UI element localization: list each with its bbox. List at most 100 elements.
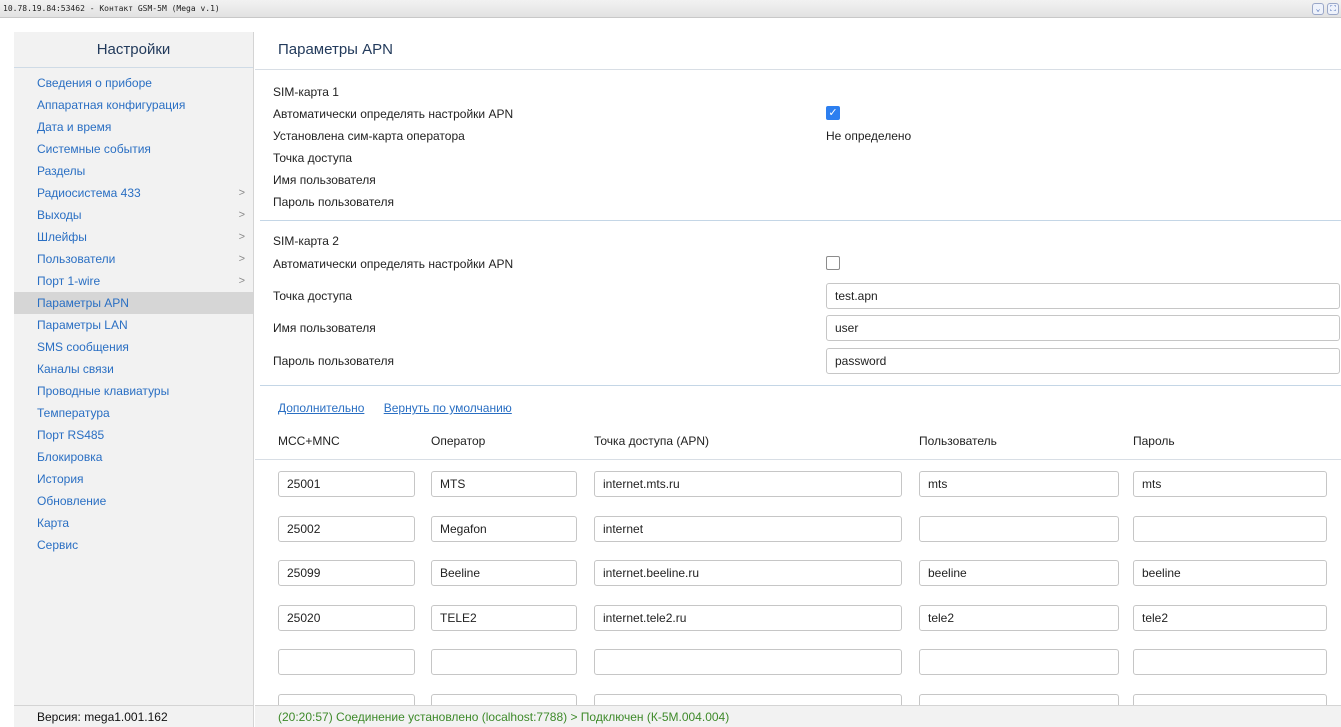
sidebar-item[interactable]: Сведения о приборе: [14, 72, 253, 94]
apn-input[interactable]: [594, 515, 902, 542]
col-password: Пароль: [1133, 434, 1175, 448]
user-input[interactable]: [919, 649, 1119, 675]
operator-input[interactable]: [431, 471, 577, 497]
version-label: Версия: mega1.001.162: [14, 705, 253, 727]
sidebar-item-label: Выходы: [37, 208, 82, 222]
operator-input[interactable]: [431, 649, 577, 675]
sidebar-item-label: Порт 1-wire: [37, 274, 101, 288]
password-input[interactable]: [1133, 604, 1327, 631]
operator-input[interactable]: [431, 560, 577, 586]
mcc-mnc-input[interactable]: [278, 649, 415, 675]
sim1-password-row: Пароль пользователя: [273, 191, 1333, 213]
section-divider: [260, 220, 1341, 221]
sidebar-item[interactable]: SMS сообщения: [14, 336, 253, 358]
password-input[interactable]: [1133, 693, 1327, 705]
user-input[interactable]: [919, 515, 1119, 542]
sidebar-item[interactable]: Параметры APN: [14, 292, 253, 314]
sim1-operator-label: Установлена сим-карта оператора: [273, 129, 465, 143]
sidebar-item[interactable]: Радиосистема 433 >: [14, 182, 253, 204]
sidebar-item[interactable]: Дата и время: [14, 116, 253, 138]
sidebar-item-label: Разделы: [37, 164, 86, 178]
password-input[interactable]: [1133, 471, 1327, 497]
advanced-link[interactable]: Дополнительно: [278, 401, 364, 415]
apn-input[interactable]: [594, 649, 902, 675]
password-input[interactable]: [1133, 649, 1327, 675]
user-input[interactable]: [919, 560, 1119, 586]
sidebar-item[interactable]: Системные события: [14, 138, 253, 160]
sidebar-item[interactable]: Пользователи >: [14, 248, 253, 270]
sidebar-item[interactable]: Порт 1-wire >: [14, 270, 253, 292]
sidebar-item-label: Сведения о приборе: [37, 76, 152, 90]
sidebar-item-label: Аппаратная конфигурация: [37, 98, 186, 112]
sidebar-item-label: Параметры LAN: [37, 318, 128, 332]
operator-input[interactable]: [431, 693, 577, 705]
sidebar-item[interactable]: Параметры LAN: [14, 314, 253, 336]
section-divider: [260, 385, 1341, 386]
sidebar-menu: Сведения о приборе Аппаратная конфигураци…: [14, 68, 253, 556]
user-input[interactable]: [919, 471, 1119, 497]
minimize-icon[interactable]: ⌄: [1312, 3, 1324, 15]
sidebar-item[interactable]: Проводные клавиатуры: [14, 380, 253, 402]
sim2-auto-row: Автоматически определять настройки APN: [273, 253, 1333, 275]
sim2-auto-checkbox[interactable]: [826, 256, 840, 270]
col-user: Пользователь: [919, 434, 997, 448]
sidebar: Настройки Сведения о приборе Аппаратная к…: [14, 32, 254, 727]
mcc-mnc-input[interactable]: [278, 471, 415, 497]
sidebar-item[interactable]: Сервис: [14, 534, 253, 556]
reset-defaults-link[interactable]: Вернуть по умолчанию: [384, 401, 512, 415]
apn-input[interactable]: [594, 693, 902, 705]
user-input[interactable]: [919, 693, 1119, 705]
operator-input[interactable]: [431, 604, 577, 631]
sim2-user-row: Имя пользователя: [273, 315, 1340, 341]
sidebar-item-label: Радиосистема 433: [37, 186, 141, 200]
sidebar-item-label: Пользователи: [37, 252, 116, 266]
mcc-mnc-input[interactable]: [278, 560, 415, 586]
sim2-user-input[interactable]: [826, 315, 1340, 341]
chevron-right-icon: >: [238, 231, 245, 243]
col-operator: Оператор: [431, 434, 486, 448]
sidebar-item[interactable]: Разделы: [14, 160, 253, 182]
sim1-operator-row: Установлена сим-карта оператора Не опред…: [273, 125, 1333, 147]
chevron-right-icon: >: [238, 275, 245, 287]
sidebar-item[interactable]: Аппаратная конфигурация: [14, 94, 253, 116]
sidebar-item[interactable]: Выходы >: [14, 204, 253, 226]
sidebar-item-label: Сервис: [37, 538, 79, 552]
operator-input[interactable]: [431, 515, 577, 542]
mcc-mnc-input[interactable]: [278, 515, 415, 542]
sidebar-item-label: Системные события: [37, 142, 151, 156]
mcc-mnc-input[interactable]: [278, 604, 415, 631]
sim1-header-row: SIM-карта 1: [273, 81, 1333, 103]
sidebar-item[interactable]: История: [14, 468, 253, 490]
sidebar-item[interactable]: Каналы связи: [14, 358, 253, 380]
apn-input[interactable]: [594, 560, 902, 586]
sidebar-item-label: Шлейфы: [37, 230, 87, 244]
sidebar-item-label: Проводные клавиатуры: [37, 384, 170, 398]
sidebar-item-label: Карта: [37, 516, 70, 530]
password-input[interactable]: [1133, 515, 1327, 542]
sim1-user-label: Имя пользователя: [273, 173, 376, 187]
sidebar-item[interactable]: Порт RS485: [14, 424, 253, 446]
sidebar-item[interactable]: Карта: [14, 512, 253, 534]
apn-table-header: MCC+MNC Оператор Точка доступа (APN) Пол…: [255, 428, 1341, 460]
sim1-auto-checkbox[interactable]: ✓: [826, 106, 840, 120]
sidebar-item[interactable]: Температура: [14, 402, 253, 424]
apn-input[interactable]: [594, 604, 902, 631]
fullscreen-icon[interactable]: ⛶: [1327, 3, 1339, 15]
user-input[interactable]: [919, 604, 1119, 631]
page-title: Параметры APN: [255, 32, 1341, 70]
sim1-operator-value: Не определено: [826, 129, 912, 143]
chevron-right-icon: >: [238, 253, 245, 265]
mcc-mnc-input[interactable]: [278, 693, 415, 705]
sim2-user-label: Имя пользователя: [273, 321, 376, 335]
sim2-apn-input[interactable]: [826, 283, 1340, 309]
sidebar-item[interactable]: Обновление: [14, 490, 253, 512]
sim2-auto-label: Автоматически определять настройки APN: [273, 257, 514, 271]
password-input[interactable]: [1133, 560, 1327, 586]
col-apn: Точка доступа (APN): [594, 434, 710, 448]
sim2-password-input[interactable]: [826, 348, 1340, 374]
sidebar-item[interactable]: Блокировка: [14, 446, 253, 468]
sim1-auto-row: Автоматически определять настройки APN ✓: [273, 103, 1333, 125]
sidebar-item[interactable]: Шлейфы >: [14, 226, 253, 248]
sidebar-title: Настройки: [14, 32, 253, 68]
apn-input[interactable]: [594, 471, 902, 497]
